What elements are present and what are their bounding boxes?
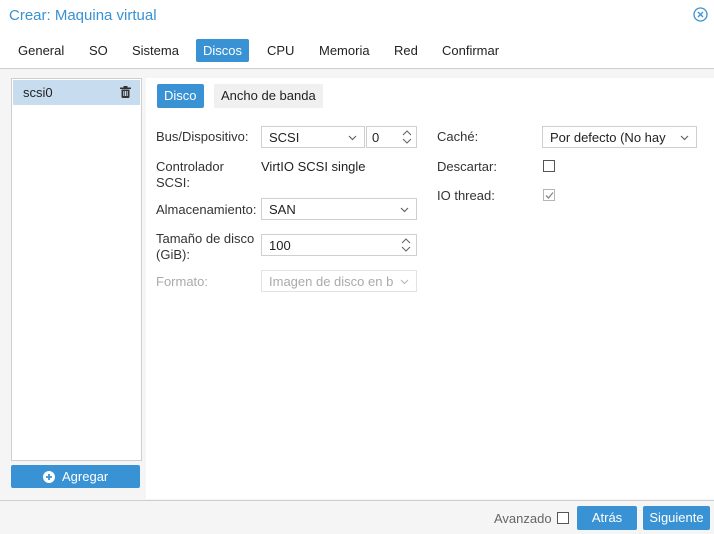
tab-confirmar[interactable]: Confirmar [435, 39, 506, 62]
spinner-arrows-icon[interactable] [401, 237, 411, 253]
tab-discos[interactable]: Discos [196, 39, 250, 62]
bus-value: SCSI [269, 130, 300, 145]
tab-cpu[interactable]: CPU [260, 39, 301, 62]
controller-value: VirtIO SCSI single [261, 159, 366, 174]
controller-label-line2: SCSI: [156, 175, 190, 190]
device-number-stepper[interactable]: 0 [366, 126, 417, 148]
disk-list-item-scsi0[interactable]: scsi0 [13, 80, 140, 105]
subtab-ancho-de-banda[interactable]: Ancho de banda [214, 84, 323, 108]
chevron-down-icon [348, 135, 357, 141]
disk-size-label-line2: (GiB): [156, 247, 190, 262]
next-button[interactable]: Siguiente [643, 506, 710, 530]
format-label: Formato: [156, 274, 209, 289]
bus-label: Bus/Dispositivo: [156, 129, 249, 144]
close-icon[interactable] [693, 7, 708, 22]
tab-so[interactable]: SO [82, 39, 115, 62]
storage-value: SAN [269, 202, 296, 217]
chevron-down-icon [680, 135, 689, 141]
disk-size-value: 100 [269, 238, 291, 253]
advanced-checkbox[interactable] [557, 512, 569, 524]
device-number-value: 0 [372, 130, 380, 145]
plus-circle-icon [43, 471, 55, 483]
cache-label: Caché: [437, 129, 479, 144]
discard-checkbox[interactable] [543, 160, 555, 172]
tab-general[interactable]: General [11, 39, 71, 62]
cache-select[interactable]: Por defecto (No hay [542, 126, 697, 148]
chevron-down-icon [400, 279, 409, 285]
io-thread-label: IO thread: [437, 188, 495, 203]
disk-list: scsi0 [11, 78, 142, 461]
storage-select[interactable]: SAN [261, 198, 417, 220]
spinner-arrows-icon[interactable] [402, 129, 412, 145]
wizard-footer: Avanzado Atrás Siguiente [0, 500, 714, 534]
disk-item-label: scsi0 [23, 85, 53, 100]
format-select: Imagen de disco en b [261, 270, 417, 292]
tab-sistema[interactable]: Sistema [125, 39, 186, 62]
wizard-tabs: General SO Sistema Discos CPU Memoria Re… [0, 32, 714, 69]
add-disk-button[interactable]: Agregar [11, 465, 140, 488]
discard-label: Descartar: [437, 159, 497, 174]
back-button[interactable]: Atrás [577, 506, 637, 530]
io-thread-checkbox[interactable] [543, 189, 555, 201]
bus-select[interactable]: SCSI [261, 126, 365, 148]
trash-icon[interactable] [120, 86, 131, 98]
disk-size-label-line1: Tamaño de disco [156, 231, 255, 246]
disk-size-input[interactable]: 100 [261, 234, 417, 256]
window-title: Crear: Maquina virtual [9, 7, 157, 24]
checkmark-icon [545, 192, 554, 199]
chevron-down-icon [400, 207, 409, 213]
format-value: Imagen de disco en b [269, 274, 393, 289]
cache-value: Por defecto (No hay [550, 130, 666, 145]
add-disk-label: Agregar [62, 469, 109, 484]
tab-memoria[interactable]: Memoria [312, 39, 377, 62]
tab-red[interactable]: Red [387, 39, 425, 62]
storage-label: Almacenamiento: [156, 202, 257, 217]
advanced-label: Avanzado [494, 511, 552, 526]
controller-label-line1: Controlador [156, 159, 224, 174]
subtab-disco[interactable]: Disco [157, 84, 204, 108]
window-titlebar: Crear: Maquina virtual [0, 0, 714, 32]
